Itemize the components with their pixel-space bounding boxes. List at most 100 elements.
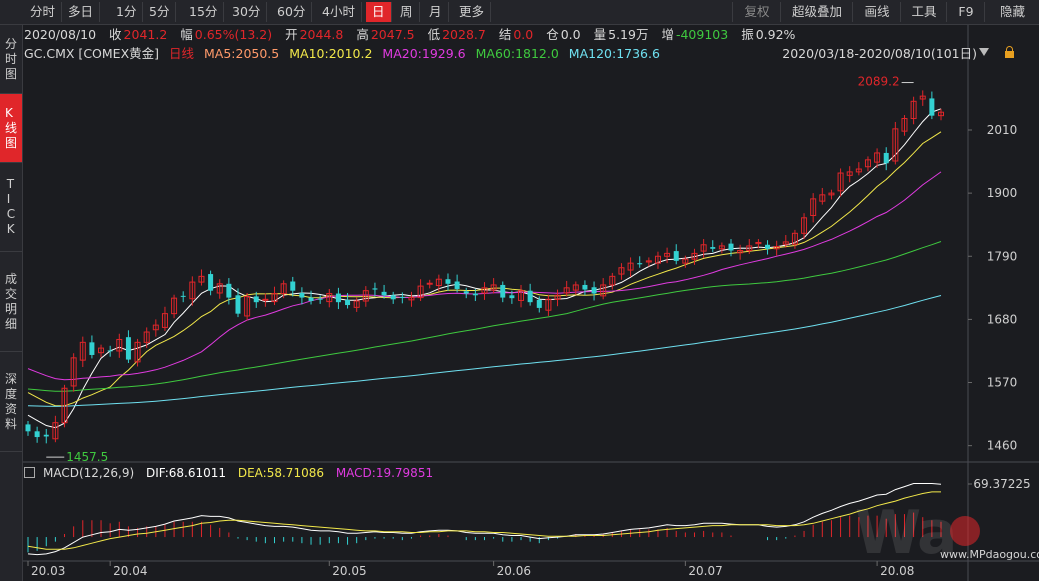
macd-y-tick-label: 69.37225 [973, 477, 1030, 491]
candle-body [710, 247, 716, 249]
candle-body [463, 291, 469, 294]
candle [171, 294, 178, 319]
close-label: 收 [109, 27, 122, 42]
candle [89, 335, 95, 359]
candle-body [235, 295, 241, 314]
candle [445, 273, 451, 291]
macd-legend: MACD(12,26,9) DIF:68.61011 DEA:58.71086 … [24, 465, 441, 482]
candle-body [308, 297, 314, 302]
candle-body [536, 299, 542, 308]
candle-body [43, 434, 49, 437]
candle [765, 240, 771, 255]
draw-line-button[interactable]: 画线 [852, 2, 901, 22]
candle [654, 251, 661, 269]
candle-body [929, 98, 935, 116]
tab-period-2[interactable]: 多日 [62, 2, 101, 22]
annotation-label: 2089.2 [858, 75, 900, 89]
tab-more[interactable]: 更多 [453, 2, 492, 22]
candle-body [317, 298, 323, 300]
candle [134, 338, 141, 367]
side-item-intraday[interactable]: 分时图 [0, 25, 22, 94]
candle [280, 280, 287, 299]
candle [98, 344, 105, 358]
candle [527, 283, 533, 306]
lock-icon[interactable] [1005, 46, 1014, 58]
candle-body [399, 297, 405, 299]
y-tick-label: 2010 [987, 123, 1018, 137]
candle [490, 278, 497, 294]
f9-button[interactable]: F9 [946, 2, 985, 22]
macd-settings-icon[interactable] [24, 467, 35, 478]
candle-body [883, 152, 889, 164]
quote-date: 2020/08/10 [24, 27, 97, 42]
tab-period-4[interactable]: 5分 [143, 2, 177, 22]
tab-period-1[interactable]: 分时 [24, 2, 63, 22]
side-nav: 分时图 K线图 TICK 成交明细 深度资料 [0, 25, 23, 581]
candle [335, 287, 341, 310]
side-item-trades[interactable]: 成交明细 [0, 252, 22, 352]
dea-line [27, 491, 941, 550]
candle [399, 292, 405, 304]
high-value: 2047.5 [370, 27, 415, 42]
candle-body [372, 288, 378, 290]
candle-body [226, 283, 232, 298]
settle-label: 结 [498, 27, 512, 42]
tab-period-6[interactable]: 30分 [226, 2, 268, 22]
candle-body [426, 282, 433, 285]
side-item-tick[interactable]: TICK [0, 163, 22, 252]
candle [390, 291, 396, 304]
candle-body [34, 431, 40, 438]
change-label: 幅 [180, 27, 193, 42]
tab-period-10[interactable]: 周 [394, 2, 420, 22]
increase-value: -409103 [675, 27, 729, 42]
candle [79, 336, 86, 368]
candle-body [390, 295, 396, 300]
ma120-label: MA120:1736.6 [568, 46, 660, 61]
ma-legend: GC.CMX [COMEX黄金] 日线 MA5:2050.5 MA10:2010… [24, 45, 666, 62]
range-dropdown-icon[interactable] [979, 48, 989, 56]
kline-chart: 1460 1570 1680 1790 1900 2010 20.03 20.04 20.05 2… [22, 25, 1039, 581]
ma10-line [27, 131, 942, 407]
adjust-button[interactable]: 复权 [732, 2, 781, 22]
candle [116, 333, 123, 358]
volume-label: 量 [593, 27, 607, 42]
candle [627, 257, 634, 277]
hide-button[interactable]: 隐藏 [984, 2, 1039, 22]
open-label: 开 [285, 27, 298, 42]
moving-average-lines [27, 108, 942, 429]
candle [855, 162, 862, 176]
tools-button[interactable]: 工具 [900, 2, 947, 22]
candle [819, 187, 826, 205]
candle [216, 279, 223, 299]
ma10-label: MA10:2010.2 [289, 46, 373, 61]
open-value: 2044.8 [299, 27, 344, 42]
dif-label: DIF:68.61011 [145, 466, 227, 480]
side-item-kline[interactable]: K线图 [0, 94, 22, 163]
tab-period-3[interactable]: 1分 [110, 2, 144, 22]
y-tick-label: 1790 [987, 249, 1018, 263]
candle [710, 240, 716, 253]
x-tick-label: 20.06 [497, 564, 531, 578]
tab-period-8[interactable]: 4小时 [316, 2, 362, 22]
tab-period-daily[interactable]: 日 [366, 2, 392, 22]
ma20-line [27, 171, 942, 381]
candle [563, 280, 570, 297]
ma60-label: MA60:1812.0 [475, 46, 559, 61]
candle-body [25, 424, 31, 432]
tab-period-5[interactable]: 15分 [183, 2, 225, 22]
overlay-button[interactable]: 超级叠加 [780, 2, 853, 22]
side-item-depth[interactable]: 深度资料 [0, 352, 22, 452]
macd-name: MACD(12,26,9) [43, 466, 135, 480]
candle [317, 295, 323, 304]
ma5-line [27, 108, 942, 429]
candle-body [208, 274, 214, 291]
candle [718, 242, 725, 254]
y-tick-label: 1460 [987, 439, 1018, 453]
candle [463, 287, 469, 299]
tab-period-11[interactable]: 月 [423, 2, 449, 22]
y-tick-label: 1900 [987, 186, 1018, 200]
amplitude-label: 振 [741, 27, 754, 42]
candle-body [89, 342, 95, 355]
tab-period-7[interactable]: 60分 [271, 2, 313, 22]
candle [180, 291, 186, 303]
